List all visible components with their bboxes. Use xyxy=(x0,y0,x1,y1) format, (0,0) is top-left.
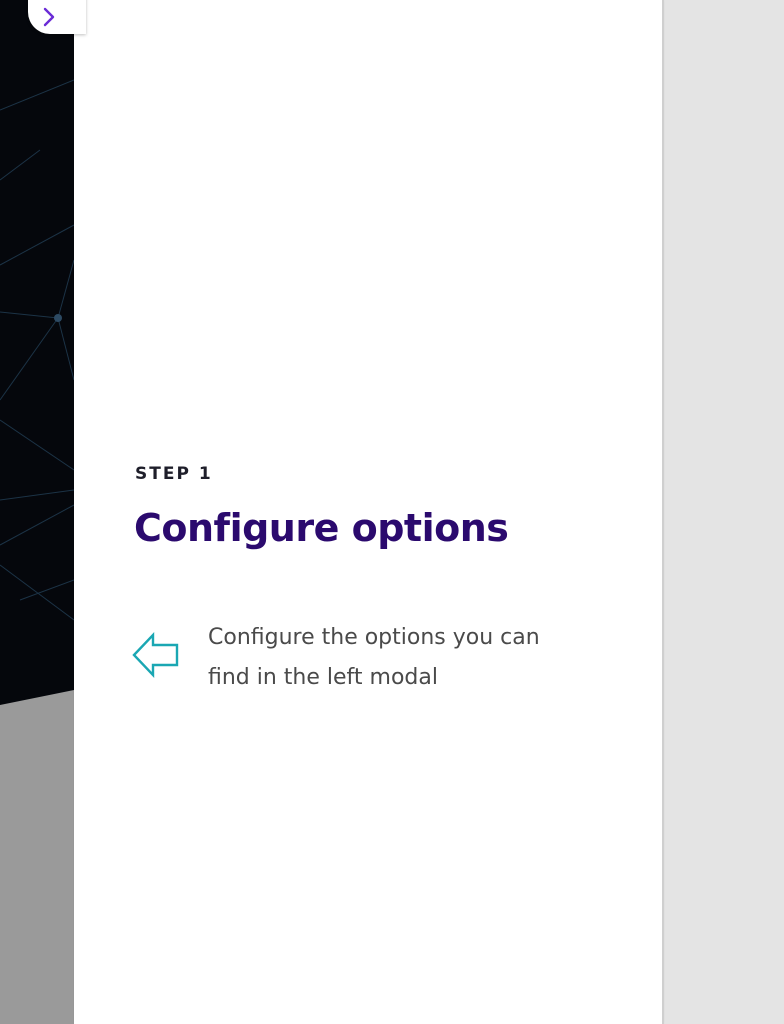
network-graphic xyxy=(0,0,74,705)
onboarding-panel: STEP 1 Configure options Configure the o… xyxy=(74,0,662,1024)
instruction-text: Configure the options you can find in th… xyxy=(208,625,540,690)
expand-panel-button[interactable] xyxy=(28,0,86,34)
arrow-left-outline-icon xyxy=(132,631,179,679)
instruction-row: Configure the options you can find in th… xyxy=(132,618,588,698)
app-viewport: STEP 1 Configure options Configure the o… xyxy=(0,0,784,1024)
chevron-right-icon xyxy=(43,7,55,27)
step-title: Configure options xyxy=(134,506,509,550)
step-label: STEP 1 xyxy=(135,464,213,484)
background-network-image xyxy=(0,0,74,1024)
panel-divider xyxy=(662,0,664,1024)
